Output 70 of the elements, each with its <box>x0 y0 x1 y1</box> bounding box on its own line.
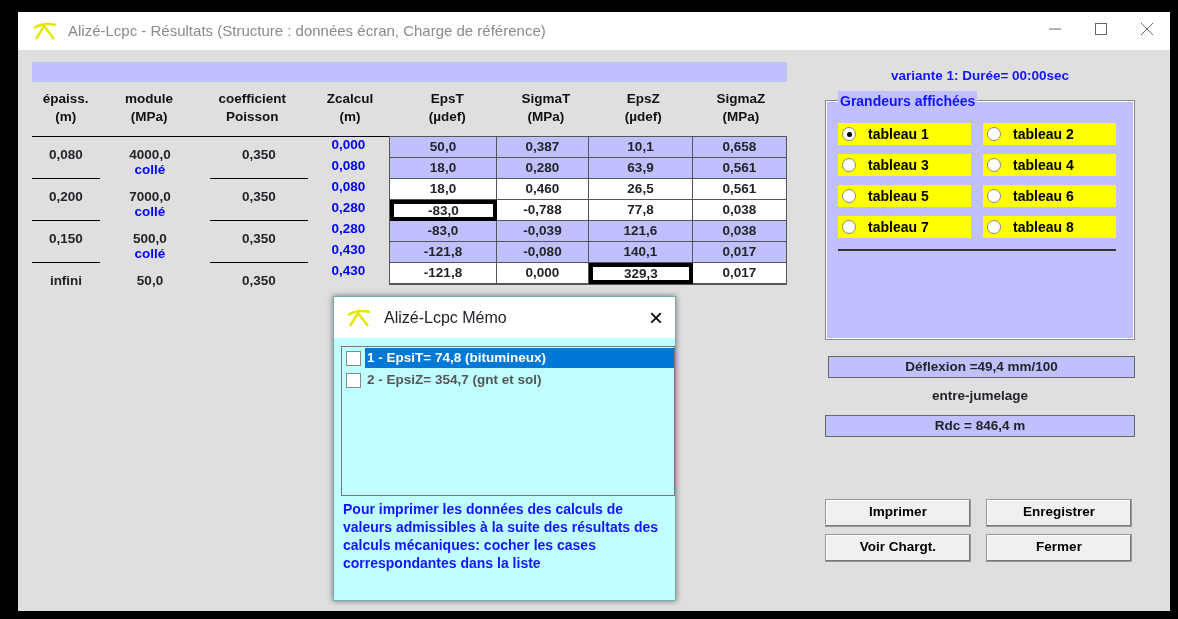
table-cell: 0,350 <box>242 189 276 204</box>
deflection-note: entre-jumelage <box>931 387 1029 406</box>
dialog-title: Alizé-Lcpc Mémo <box>384 307 508 328</box>
logo-icon <box>32 22 58 40</box>
column-header: EpsT (µdef) <box>427 90 467 126</box>
table-cell: 0,350 <box>242 273 276 288</box>
column-header: SigmaZ (MPa) <box>715 90 767 126</box>
deflection-display: Déflexion =49,4 mm/100 <box>828 356 1135 379</box>
table-cell: 0,017 <box>693 263 786 284</box>
action-button[interactable]: Fermer <box>986 533 1132 562</box>
table-cell: 0,350 <box>242 231 276 246</box>
column-header: coefficient Poisson <box>217 90 287 126</box>
interface-label: collé <box>134 246 166 261</box>
action-button[interactable]: Voir Chargt. <box>825 533 971 562</box>
rdc-display: Rdc = 846,4 m <box>825 414 1135 437</box>
table-cell-text: 50,0 <box>135 273 165 289</box>
radio-icon[interactable] <box>987 189 1001 204</box>
table-cell-text: 7000,0 <box>128 189 172 205</box>
action-button[interactable]: Enregistrer <box>986 498 1132 527</box>
table-cell: -83,0 <box>390 200 497 221</box>
radio-option[interactable]: tableau 2 <box>983 123 1116 146</box>
interface-label: collé <box>134 162 166 177</box>
radio-icon[interactable] <box>987 127 1001 142</box>
column-header: Zcalcul (m) <box>325 90 375 126</box>
column-header: module (MPa) <box>124 90 175 126</box>
table-cell: 0,350 <box>242 147 276 162</box>
table-cell-text: 500,0 <box>132 231 168 247</box>
window-title: Alizé-Lcpc - Résultats (Structure : données écran, Charge de référence) <box>68 20 547 41</box>
interface-label: collé <box>134 204 166 219</box>
radio-icon[interactable] <box>987 158 1001 173</box>
radio-option[interactable]: tableau 1 <box>838 123 971 146</box>
column-header: SigmaT (MPa) <box>520 90 572 126</box>
checkbox[interactable] <box>346 350 361 366</box>
table-cell: 0,000 <box>331 137 366 152</box>
table-cell-text: 4000,0 <box>128 147 172 163</box>
table-cell: -121,8 <box>390 263 497 284</box>
column-header: épaiss. (m) <box>41 90 90 126</box>
radio-option[interactable]: tableau 7 <box>838 216 971 239</box>
maximize-icon[interactable] <box>1093 20 1109 37</box>
radio-option[interactable]: tableau 6 <box>983 185 1116 208</box>
instruction-text: Pour imprimer les données des calculs de valeurs admissibles à la suite des résultats des calculs mécaniques: cocher les cases correspondantes dans la liste <box>343 500 660 572</box>
table-cell: 0,080 <box>331 158 366 173</box>
table-cell: 0,430 <box>331 263 366 278</box>
radio-option[interactable]: tableau 4 <box>983 154 1116 177</box>
radio-option[interactable]: tableau 3 <box>838 154 971 177</box>
variant-label: variante 1: Durée= 00:00sec <box>889 67 1071 85</box>
table-cell: 0,430 <box>331 242 366 257</box>
radio-icon[interactable] <box>842 189 856 204</box>
table-cell: 0,200 <box>49 189 83 204</box>
table-cell: 0,280 <box>331 200 366 215</box>
table-cell: 0,080 <box>49 147 83 162</box>
radio-option[interactable]: tableau 8 <box>983 216 1116 239</box>
radio-icon[interactable] <box>842 158 856 173</box>
action-button[interactable]: Imprimer <box>825 498 971 527</box>
checkbox[interactable] <box>346 372 361 388</box>
table-cell: 0,280 <box>331 221 366 236</box>
table-cell: 0,080 <box>331 179 366 194</box>
close-button[interactable]: × <box>649 305 663 330</box>
radio-option[interactable]: tableau 5 <box>838 185 971 208</box>
radio-icon[interactable] <box>842 127 856 142</box>
table-cell: infini <box>49 273 83 288</box>
table-cell: 329,3 <box>589 263 693 284</box>
table-cell: 0,150 <box>49 231 83 246</box>
logo-icon <box>346 308 372 327</box>
list-item[interactable]: 2 - EpsiZ= 354,7 (gnt et sol) <box>365 369 544 391</box>
column-header: EpsZ (µdef) <box>623 90 663 126</box>
list-item[interactable]: 1 - EpsiT= 74,8 (bitumineux) <box>365 347 674 369</box>
close-icon[interactable] <box>1139 20 1155 37</box>
radio-icon[interactable] <box>842 220 856 235</box>
radio-icon[interactable] <box>987 220 1001 235</box>
